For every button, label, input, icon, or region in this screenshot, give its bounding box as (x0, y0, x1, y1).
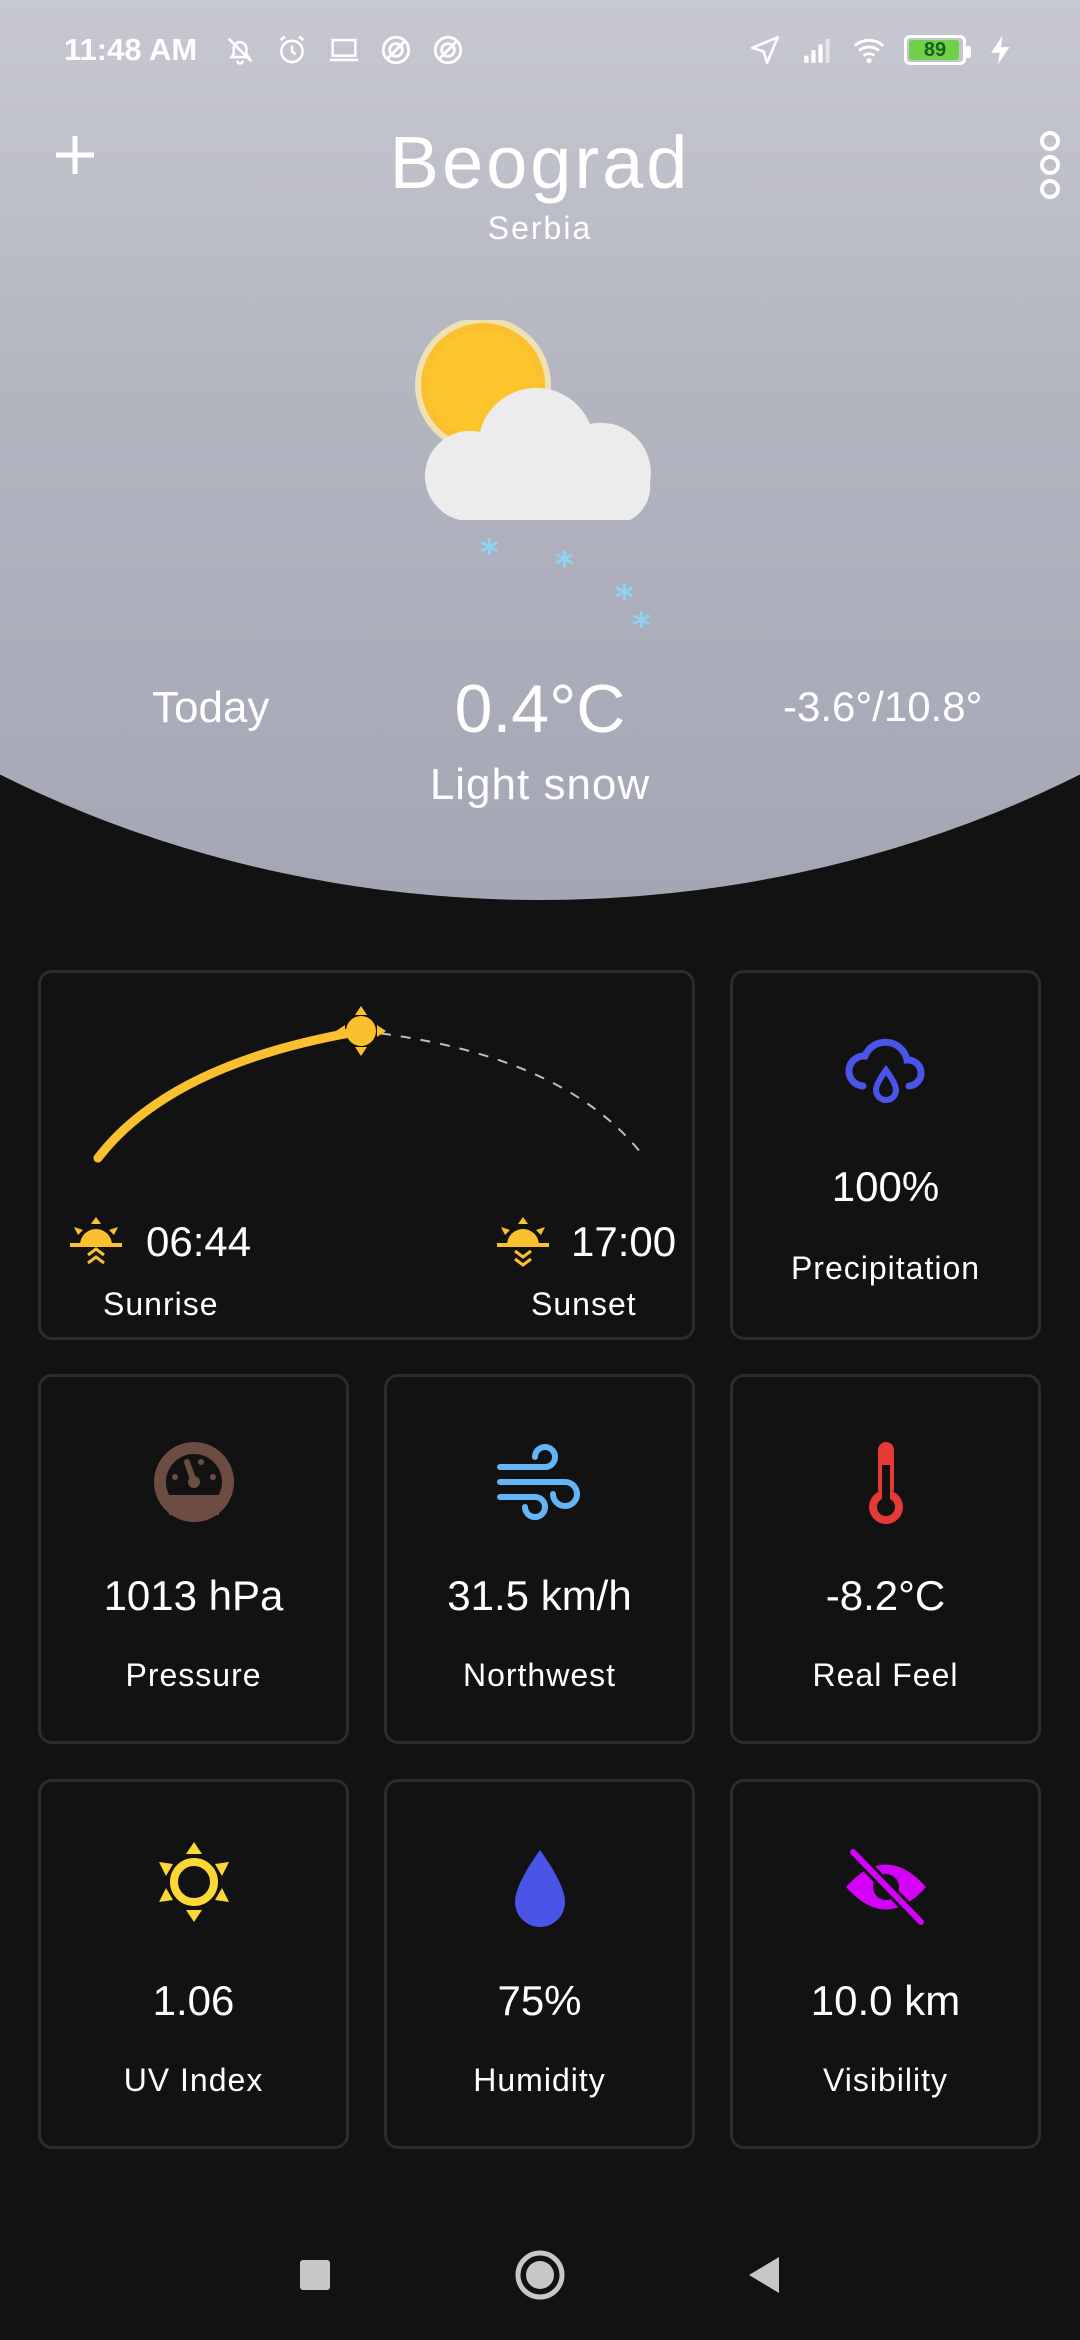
real-feel-label: Real Feel (812, 1657, 959, 1693)
svg-text:*: * (480, 533, 499, 574)
notification-icon (434, 35, 463, 65)
real-feel-card: -8.2°C Real Feel (730, 1374, 1041, 1744)
sunset-label: Sunset (531, 1286, 637, 1322)
gauge-icon (153, 1442, 234, 1522)
precipitation-label: Precipitation (790, 1250, 981, 1286)
sunset-icon (497, 1217, 549, 1267)
system-navigation-bar (0, 2200, 1080, 2340)
battery-icon: 89 (904, 35, 971, 65)
back-button[interactable] (735, 2245, 795, 2305)
sun-icon (158, 1842, 229, 1922)
sunset-time: 17:00 (571, 1218, 677, 1265)
weather-condition: Light snow (429, 760, 651, 809)
status-time: 11:48 AM (64, 32, 198, 67)
wind-direction-label: Northwest (462, 1657, 617, 1693)
partly-cloudy-snow-icon: * * * * (415, 320, 651, 647)
drop-icon (514, 1850, 565, 1927)
city-name: Beograd (389, 121, 691, 204)
home-button[interactable] (510, 2245, 570, 2305)
signal-icon (804, 38, 830, 63)
pressure-value: 1013 hPa (103, 1572, 284, 1619)
humidity-label: Humidity (473, 2062, 606, 2098)
visibility-label: Visibility (823, 2062, 948, 2098)
visibility-card: 10.0 km Visibility (730, 1779, 1041, 2149)
uv-index-label: UV Index (123, 2062, 264, 2098)
sun-path-arc (93, 1006, 642, 1163)
svg-text:*: * (632, 606, 651, 647)
mute-icon (228, 37, 253, 65)
recents-button[interactable] (285, 2245, 345, 2305)
battery-level: 89 (923, 38, 947, 61)
wifi-icon (853, 38, 885, 64)
sun-card: 06:44 Sunrise 17:00 Sunset (38, 970, 695, 1340)
location-icon (750, 35, 780, 65)
charging-icon (991, 35, 1010, 65)
status-bar: 11:48 AM 89 (0, 0, 1080, 100)
precipitation-value: 100% (831, 1163, 940, 1210)
wind-card: 31.5 km/h Northwest (384, 1374, 695, 1744)
humidity-value: 75% (497, 1977, 582, 2024)
sunrise-icon (70, 1217, 122, 1265)
thermometer-icon (868, 1442, 903, 1524)
uv-card: 1.06 UV Index (38, 1779, 349, 2149)
sun-position-icon (336, 1006, 386, 1056)
rain-cloud-icon (844, 1038, 924, 1103)
humidity-card: 75% Humidity (384, 1779, 695, 2149)
visibility-value: 10.0 km (810, 1977, 961, 2024)
sunrise-label: Sunrise (103, 1286, 219, 1322)
uv-index-value: 1.06 (152, 1977, 235, 2024)
sunrise-time: 06:44 (146, 1218, 252, 1265)
status-right: 89 (748, 33, 1018, 67)
wind-speed-value: 31.5 km/h (447, 1572, 632, 1619)
pressure-label: Pressure (125, 1657, 262, 1693)
precipitation-card: 100% Precipitation (730, 970, 1041, 1340)
svg-text:*: * (555, 545, 574, 586)
notification-icon (382, 35, 411, 65)
laptop-icon (330, 38, 359, 62)
eye-off-icon (845, 1847, 926, 1927)
status-left: 11:48 AM (64, 32, 465, 68)
alarm-icon (280, 35, 305, 64)
country-name: Serbia (487, 210, 593, 246)
pressure-card: 1013 hPa Pressure (38, 1374, 349, 1744)
wind-icon (496, 1444, 580, 1520)
real-feel-value: -8.2°C (825, 1572, 946, 1619)
min-max-temperature: -3.6°/10.8° (783, 683, 983, 730)
